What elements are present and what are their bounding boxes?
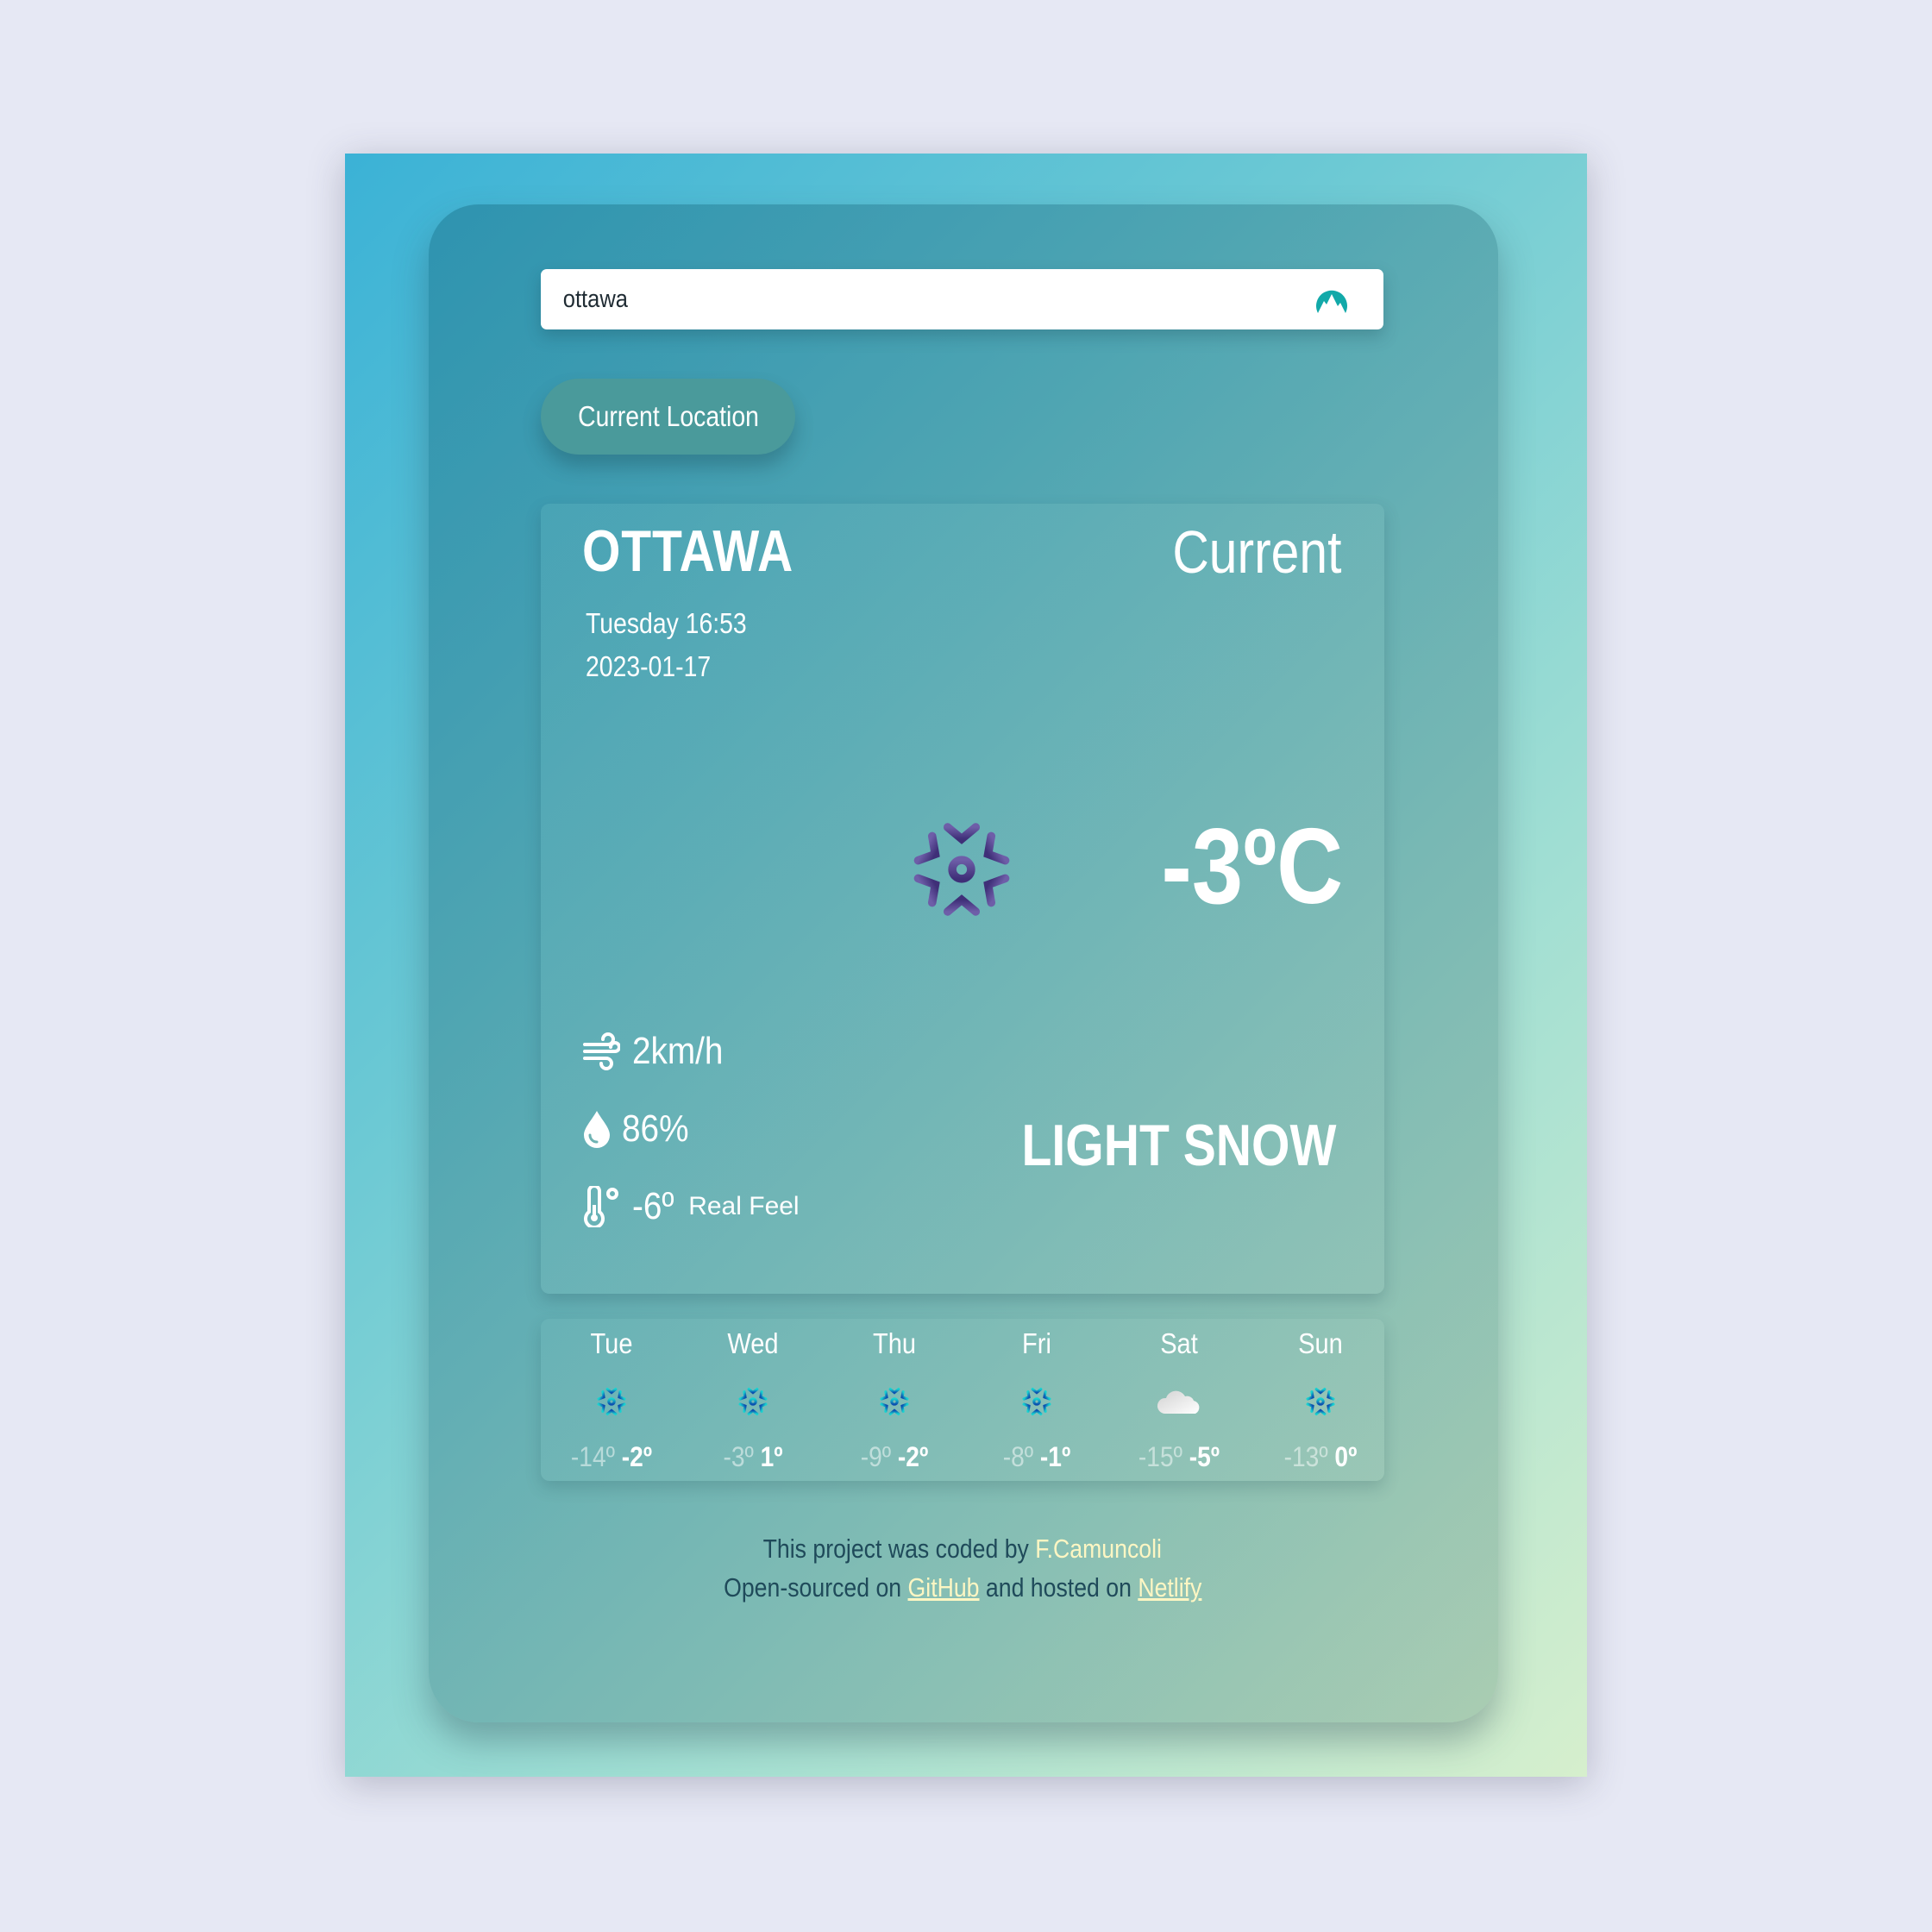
forecast-temps: -13º 0º bbox=[1258, 1441, 1383, 1473]
forecast-day: Tue -14º -2º bbox=[541, 1319, 682, 1481]
forecast-max: -2º bbox=[897, 1441, 929, 1472]
city-name: OTTAWA bbox=[582, 518, 794, 584]
forecast-day: Thu -9º -2º bbox=[824, 1319, 965, 1481]
day-time: Tuesday 16:53 bbox=[586, 607, 747, 639]
forecast-max: 1º bbox=[760, 1441, 783, 1472]
forecast-day-name: Thu bbox=[872, 1327, 917, 1359]
footer-credit: This project was coded by F.Camuncoli bbox=[541, 1534, 1384, 1565]
forecast-panel: Tue -14º -2º Wed -3º 1º Thu -9º -2º Fri … bbox=[541, 1319, 1384, 1481]
real-feel-label: Real Feel bbox=[688, 1192, 800, 1220]
real-feel-row: -6º Real Feel bbox=[582, 1185, 800, 1228]
cloud-icon bbox=[1157, 1390, 1200, 1414]
snowflake-icon bbox=[903, 811, 1020, 928]
forecast-temps: -15º -5º bbox=[1117, 1441, 1241, 1473]
forecast-min: -9º bbox=[860, 1441, 892, 1472]
footer-source-text: Open-sourced on bbox=[723, 1572, 908, 1603]
forecast-min: -14º bbox=[570, 1441, 615, 1472]
forecast-temps: -9º -2º bbox=[832, 1441, 957, 1473]
forecast-max: 0º bbox=[1334, 1441, 1358, 1472]
forecast-day-name: Sun bbox=[1298, 1327, 1343, 1359]
current-location-button[interactable]: Current Location bbox=[541, 379, 795, 455]
snowflake-icon bbox=[594, 1384, 629, 1419]
forecast-day: Wed -3º 1º bbox=[682, 1319, 824, 1481]
forecast-day-name: Sat bbox=[1160, 1327, 1198, 1359]
current-weather-panel: OTTAWA Current Tuesday 16:53 2023-01-17 … bbox=[541, 504, 1384, 1294]
forecast-day: Sun -13º 0º bbox=[1250, 1319, 1391, 1481]
forecast-day: Sat -15º -5º bbox=[1108, 1319, 1250, 1481]
weather-app-card: Current Location OTTAWA Current Tuesday … bbox=[429, 204, 1498, 1722]
forecast-day-name: Wed bbox=[727, 1327, 779, 1359]
forecast-max: -5º bbox=[1189, 1441, 1220, 1472]
forecast-day-name: Fri bbox=[1022, 1327, 1051, 1359]
footer-credit-text: This project was coded by bbox=[762, 1534, 1036, 1564]
forecast-min: -13º bbox=[1283, 1441, 1328, 1472]
forecast-min: -8º bbox=[1002, 1441, 1034, 1472]
footer-hosted-text: and hosted on bbox=[979, 1572, 1138, 1603]
netlify-link[interactable]: Netlify bbox=[1138, 1572, 1201, 1603]
wind-speed: 2km/h bbox=[632, 1030, 724, 1072]
humidity-row: 86% bbox=[582, 1107, 698, 1151]
thermometer-degree-icon bbox=[584, 1186, 618, 1227]
forecast-temps: -14º -2º bbox=[549, 1441, 674, 1473]
app-background: Current Location OTTAWA Current Tuesday … bbox=[345, 154, 1587, 1777]
wind-icon bbox=[583, 1032, 620, 1070]
snowflake-icon bbox=[736, 1384, 770, 1419]
wind-row: 2km/h bbox=[582, 1030, 736, 1073]
snowflake-icon bbox=[1303, 1384, 1338, 1419]
current-location-label: Current Location bbox=[577, 400, 759, 432]
date: 2023-01-17 bbox=[586, 650, 712, 682]
forecast-day: Fri -8º -1º bbox=[966, 1319, 1107, 1481]
real-feel-value: -6º bbox=[632, 1185, 674, 1227]
current-label: Current bbox=[1171, 518, 1341, 586]
forecast-max: -1º bbox=[1039, 1441, 1071, 1472]
snowflake-icon bbox=[877, 1384, 912, 1419]
weather-description: LIGHT SNOW bbox=[1021, 1113, 1336, 1178]
footer-source: Open-sourced on GitHub and hosted on Net… bbox=[541, 1572, 1384, 1603]
current-temperature: -3ºC bbox=[1161, 807, 1343, 926]
forecast-temps: -8º -1º bbox=[975, 1441, 1099, 1473]
forecast-min: -3º bbox=[723, 1441, 754, 1472]
author-link[interactable]: F.Camuncoli bbox=[1035, 1534, 1162, 1564]
github-link[interactable]: GitHub bbox=[907, 1572, 979, 1603]
forecast-temps: -3º 1º bbox=[691, 1441, 815, 1473]
water-drop-icon bbox=[584, 1111, 610, 1148]
forecast-min: -15º bbox=[1138, 1441, 1182, 1472]
forecast-max: -2º bbox=[621, 1441, 653, 1472]
city-search-input[interactable] bbox=[561, 273, 1218, 326]
forecast-day-name: Tue bbox=[590, 1327, 633, 1359]
humidity-value: 86% bbox=[622, 1107, 689, 1150]
city-search-bar bbox=[541, 269, 1383, 329]
snowflake-icon bbox=[1019, 1384, 1054, 1419]
nordvpn-mountain-icon[interactable] bbox=[1314, 284, 1349, 315]
